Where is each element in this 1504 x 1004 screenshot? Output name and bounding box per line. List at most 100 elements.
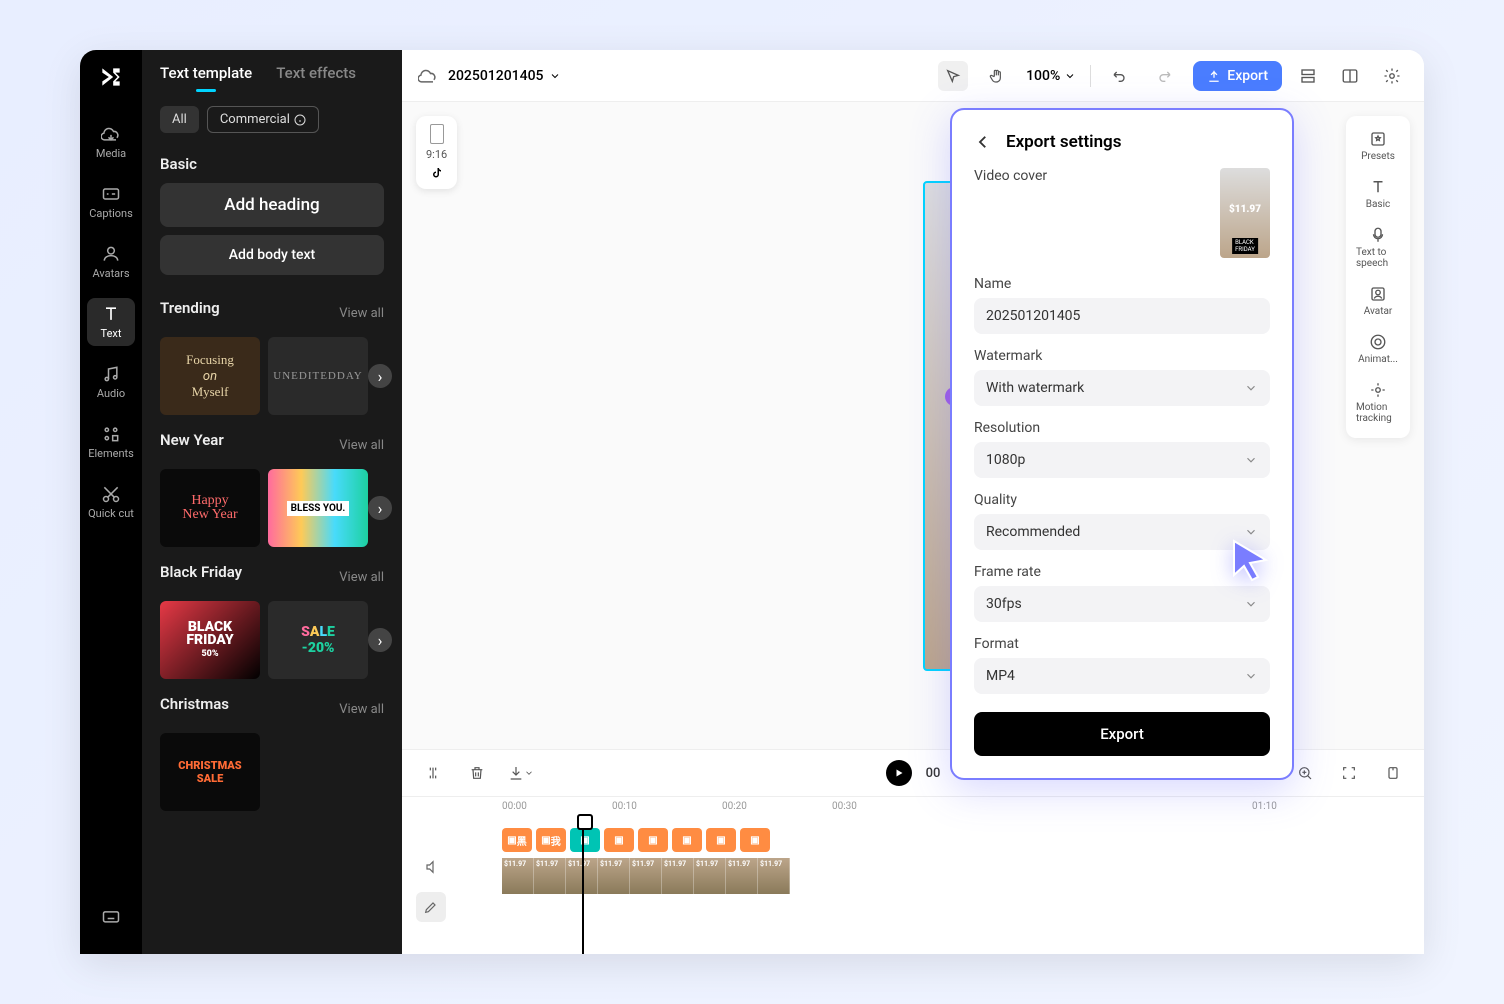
- timeline-tracks[interactable]: ▣ 黑 ▣ 我 ▣ ▣ ▣ ▣ ▣ ▣: [402, 820, 1424, 954]
- rail-text[interactable]: Text: [87, 298, 135, 346]
- zoom-in-button[interactable]: [1290, 758, 1320, 788]
- trending-view-all[interactable]: View all: [339, 306, 384, 321]
- text-clip[interactable]: ▣: [672, 828, 702, 852]
- name-label: Name: [974, 276, 1270, 292]
- format-select[interactable]: MP4: [974, 658, 1270, 694]
- watermark-label: Watermark: [974, 348, 1270, 364]
- rail-quickcut[interactable]: Quick cut: [87, 478, 135, 526]
- redo-button[interactable]: [1149, 61, 1179, 91]
- quality-label: Quality: [974, 492, 1270, 508]
- main-area: 202501201405 100% Export: [402, 50, 1424, 954]
- export-confirm-button[interactable]: Export: [974, 712, 1270, 756]
- template-thumb[interactable]: BLESS YOU.: [268, 469, 368, 547]
- text-clip[interactable]: ▣ 黑: [502, 828, 532, 852]
- add-body-text-button[interactable]: Add body text: [160, 235, 384, 275]
- rail-audio[interactable]: Audio: [87, 358, 135, 406]
- name-input[interactable]: [974, 298, 1270, 334]
- rail-avatars[interactable]: Avatars: [87, 238, 135, 286]
- rail-elements[interactable]: Elements: [87, 418, 135, 466]
- video-clip[interactable]: [534, 858, 566, 894]
- markers-button[interactable]: [1378, 758, 1408, 788]
- undo-button[interactable]: [1105, 61, 1135, 91]
- settings-icon[interactable]: [1376, 60, 1408, 92]
- tab-text-effects[interactable]: Text effects: [276, 64, 356, 92]
- add-heading-button[interactable]: Add heading: [160, 183, 384, 227]
- layout-stack-icon[interactable]: [1292, 60, 1324, 92]
- rail-media[interactable]: Media: [87, 118, 135, 166]
- newyear-view-all[interactable]: View all: [339, 438, 384, 453]
- template-thumb[interactable]: UNEDITEDDAY: [268, 337, 368, 415]
- section-newyear-label: New Year: [160, 431, 224, 449]
- video-clip[interactable]: [502, 858, 534, 894]
- resolution-select[interactable]: 1080p: [974, 442, 1270, 478]
- split-tool-button[interactable]: [418, 758, 448, 788]
- video-clip[interactable]: [726, 858, 758, 894]
- template-thumb[interactable]: HappyNew Year: [160, 469, 260, 547]
- quality-select[interactable]: Recommended: [974, 514, 1270, 550]
- export-icon: [1207, 69, 1221, 83]
- play-button[interactable]: [886, 760, 912, 786]
- rail-captions[interactable]: Captions: [87, 178, 135, 226]
- hand-tool-button[interactable]: [982, 61, 1012, 91]
- watermark-select[interactable]: With watermark: [974, 370, 1270, 406]
- left-icon-rail: Media Captions Avatars Text Audio Elemen…: [80, 50, 142, 954]
- rail-keyboard-icon[interactable]: [87, 892, 135, 940]
- framerate-label: Frame rate: [974, 564, 1270, 580]
- video-clip[interactable]: [694, 858, 726, 894]
- rr-avatar[interactable]: Avatar: [1354, 279, 1402, 323]
- tab-text-template[interactable]: Text template: [160, 64, 252, 92]
- video-clip[interactable]: [758, 858, 790, 894]
- track-audio-icon[interactable]: [416, 852, 446, 882]
- fit-button[interactable]: [1334, 758, 1364, 788]
- track-edit-icon[interactable]: [416, 892, 446, 922]
- ratio-rect-icon: [430, 124, 444, 144]
- chevron-down-icon: [1244, 381, 1258, 395]
- export-button[interactable]: Export: [1193, 61, 1282, 91]
- project-name-dropdown[interactable]: 202501201405: [448, 68, 561, 84]
- back-icon[interactable]: [974, 133, 992, 151]
- row-next-icon[interactable]: ›: [368, 496, 392, 520]
- playhead[interactable]: [582, 820, 584, 954]
- christmas-view-all[interactable]: View all: [339, 702, 384, 717]
- section-trending-label: Trending: [160, 299, 220, 317]
- cursor-tool-button[interactable]: [938, 61, 968, 91]
- top-bar: 202501201405 100% Export: [402, 50, 1424, 102]
- zoom-dropdown[interactable]: 100%: [1026, 68, 1076, 84]
- export-settings-modal: Export settings Video cover BLACK FRIDAY…: [950, 108, 1294, 780]
- rr-basic[interactable]: Basic: [1354, 172, 1402, 216]
- rr-tts[interactable]: Text to speech: [1354, 220, 1402, 275]
- filter-all[interactable]: All: [160, 106, 199, 133]
- row-next-icon[interactable]: ›: [368, 628, 392, 652]
- blackfriday-view-all[interactable]: View all: [339, 570, 384, 585]
- video-cover-thumb[interactable]: BLACK FRIDAY: [1220, 168, 1270, 258]
- text-clip[interactable]: ▣: [570, 828, 600, 852]
- layout-split-icon[interactable]: [1334, 60, 1366, 92]
- filter-commercial[interactable]: Commercial: [207, 106, 319, 133]
- template-thumb[interactable]: BLACKFRIDAY50%: [160, 601, 260, 679]
- aspect-ratio-badge[interactable]: 9:16: [416, 116, 457, 189]
- video-clip[interactable]: [598, 858, 630, 894]
- timeline-ruler[interactable]: 00:00 00:10 00:20 00:30 01:10: [402, 796, 1424, 820]
- video-clip[interactable]: [662, 858, 694, 894]
- text-clip[interactable]: ▣: [740, 828, 770, 852]
- text-clip[interactable]: ▣ 我: [536, 828, 566, 852]
- rr-presets[interactable]: Presets: [1354, 124, 1402, 168]
- cloud-icon[interactable]: [418, 66, 438, 86]
- chevron-down-icon: [524, 768, 534, 778]
- template-thumb[interactable]: SALE-20%: [268, 601, 368, 679]
- chevron-down-icon: [1244, 597, 1258, 611]
- template-thumb[interactable]: FocusingonMyself: [160, 337, 260, 415]
- template-thumb[interactable]: CHRISTMASSALE: [160, 733, 260, 811]
- chevron-down-icon: [549, 70, 561, 82]
- framerate-select[interactable]: 30fps: [974, 586, 1270, 622]
- download-button[interactable]: [506, 758, 536, 788]
- video-clip[interactable]: [630, 858, 662, 894]
- text-clip[interactable]: ▣: [604, 828, 634, 852]
- section-basic-label: Basic: [160, 155, 384, 173]
- rr-animation[interactable]: Animat...: [1354, 327, 1402, 371]
- delete-button[interactable]: [462, 758, 492, 788]
- rr-motion-tracking[interactable]: Motion tracking: [1354, 375, 1402, 430]
- row-next-icon[interactable]: ›: [368, 364, 392, 388]
- text-clip[interactable]: ▣: [706, 828, 736, 852]
- text-clip[interactable]: ▣: [638, 828, 668, 852]
